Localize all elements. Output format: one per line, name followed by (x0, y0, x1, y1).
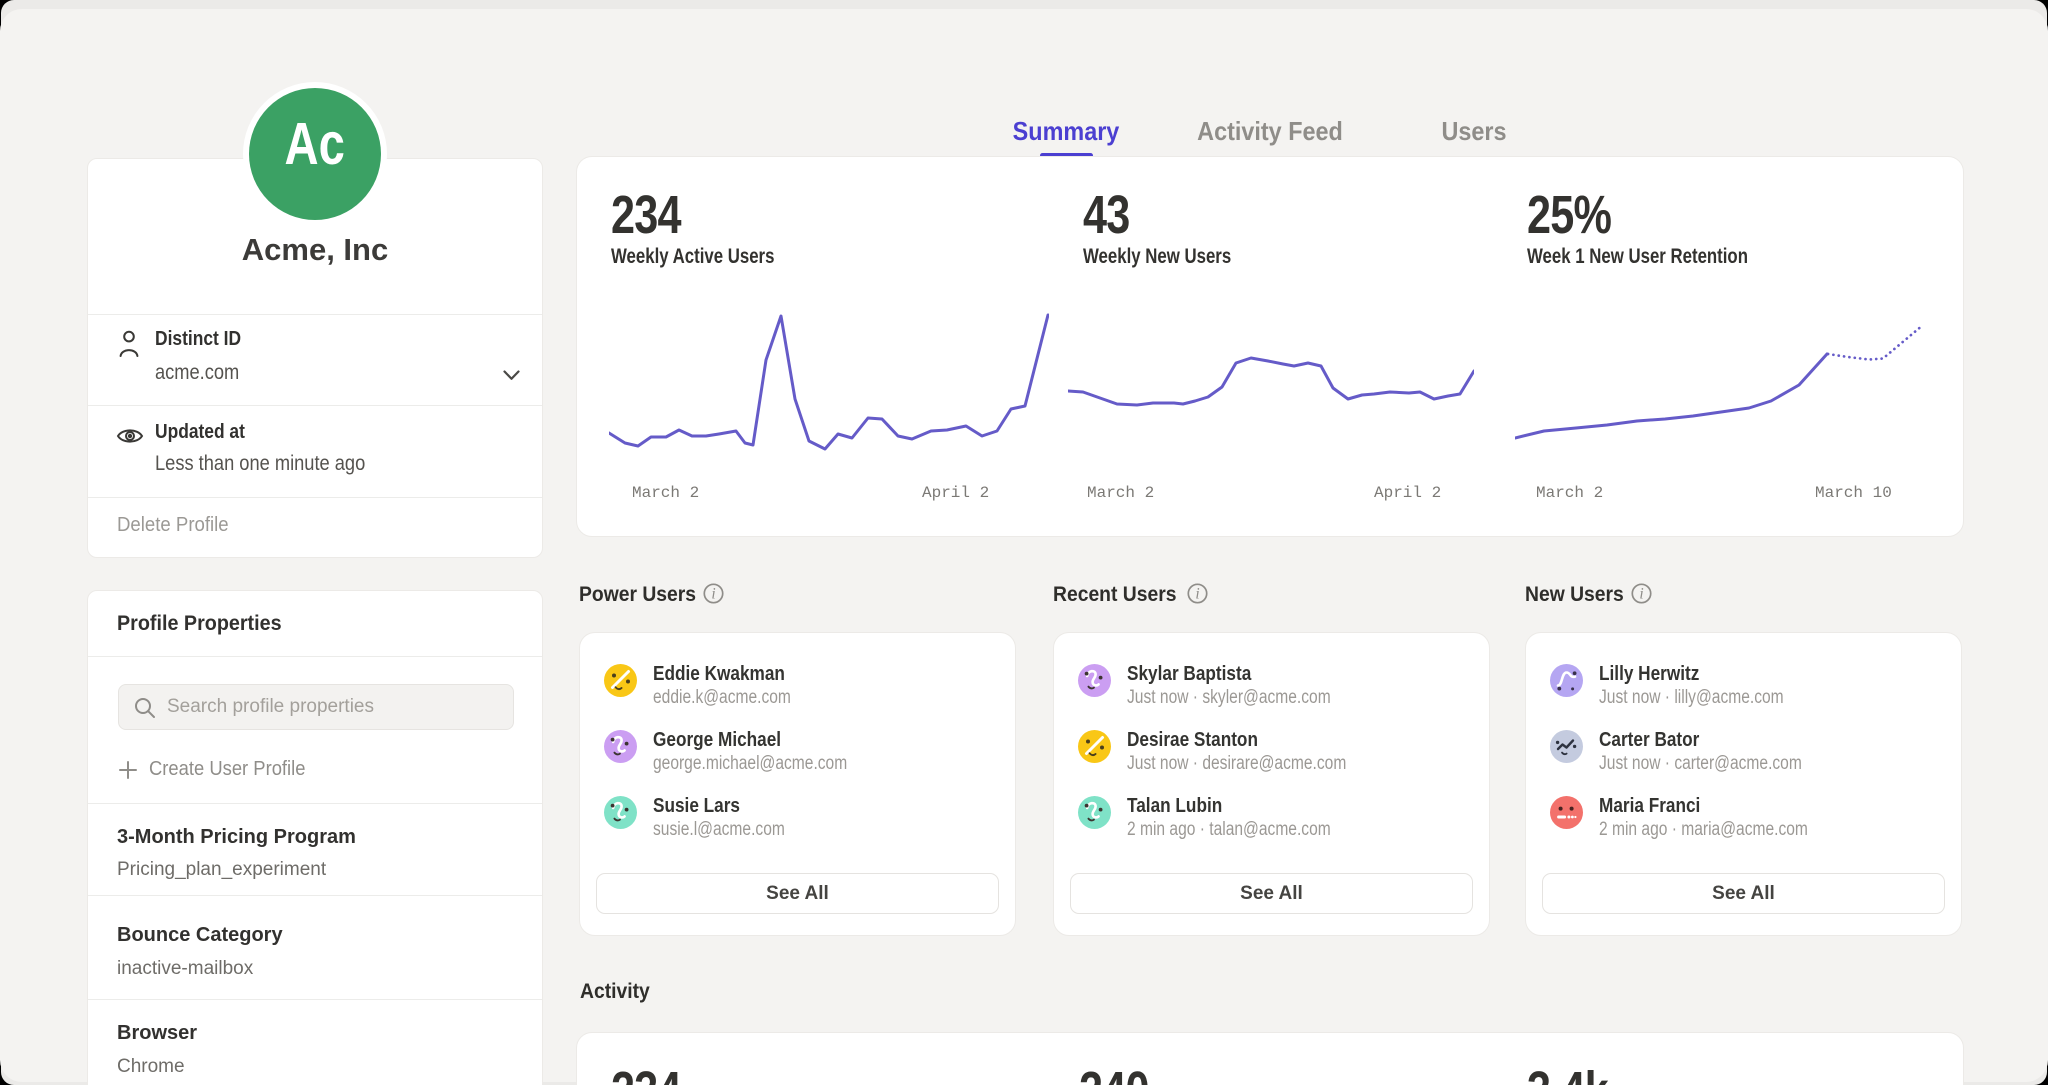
svg-text:i: i (1639, 585, 1643, 602)
svg-text:i: i (1195, 585, 1199, 602)
svg-text:i: i (711, 585, 715, 602)
